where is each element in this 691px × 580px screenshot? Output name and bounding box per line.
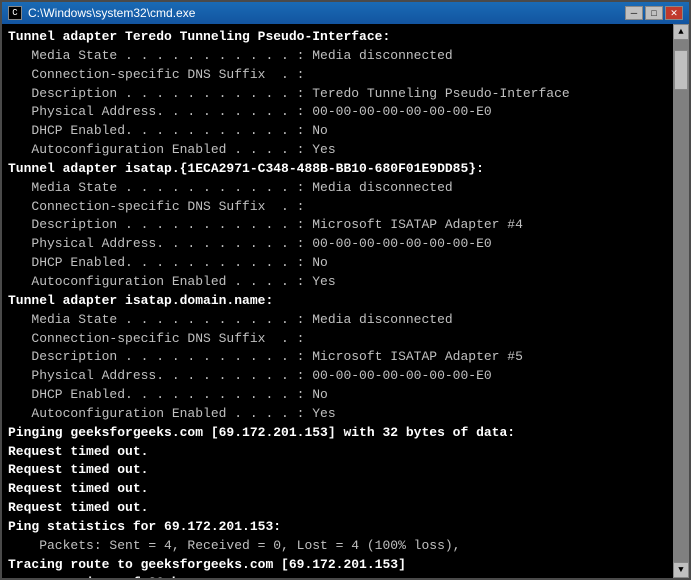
terminal-line: Description . . . . . . . . . . . : Micr… [8,216,667,235]
terminal-line: Request timed out. [8,499,667,518]
title-buttons: ─ □ ✕ [625,6,683,20]
terminal-line: Request timed out. [8,443,667,462]
terminal-line: Media State . . . . . . . . . . . : Medi… [8,179,667,198]
terminal-line: Packets: Sent = 4, Received = 0, Lost = … [8,537,667,556]
terminal-line: Tracing route to geeksforgeeks.com [69.1… [8,556,667,575]
minimize-button[interactable]: ─ [625,6,643,20]
scrollbar-track[interactable] [673,40,689,562]
terminal-output[interactable]: Tunnel adapter Teredo Tunneling Pseudo-I… [2,24,673,578]
terminal-line: Tunnel adapter Teredo Tunneling Pseudo-I… [8,28,667,47]
close-button[interactable]: ✕ [665,6,683,20]
terminal-line: Connection-specific DNS Suffix . : [8,198,667,217]
maximize-button[interactable]: □ [645,6,663,20]
terminal-line: Physical Address. . . . . . . . . : 00-0… [8,367,667,386]
title-bar: C C:\Windows\system32\cmd.exe ─ □ ✕ [2,2,689,24]
terminal-line: Tunnel adapter isatap.domain.name: [8,292,667,311]
scrollbar-up-button[interactable]: ▲ [673,24,689,40]
scrollbar-down-button[interactable]: ▼ [673,562,689,578]
terminal-line: Ping statistics for 69.172.201.153: [8,518,667,537]
terminal-line: Autoconfiguration Enabled . . . . : Yes [8,405,667,424]
terminal-line: Physical Address. . . . . . . . . : 00-0… [8,103,667,122]
scrollbar-thumb[interactable] [674,50,688,90]
terminal-line: Connection-specific DNS Suffix . : [8,330,667,349]
terminal-line: Physical Address. . . . . . . . . : 00-0… [8,235,667,254]
terminal-line: Media State . . . . . . . . . . . : Medi… [8,311,667,330]
terminal-line: Description . . . . . . . . . . . : Tere… [8,85,667,104]
scrollbar[interactable]: ▲ ▼ [673,24,689,578]
window-title: C:\Windows\system32\cmd.exe [28,6,195,20]
terminal-line: Request timed out. [8,480,667,499]
terminal-line: Pinging geeksforgeeks.com [69.172.201.15… [8,424,667,443]
title-bar-left: C C:\Windows\system32\cmd.exe [8,6,195,20]
terminal-line: over a maximum of 30 hops: [8,574,667,578]
terminal-line: DHCP Enabled. . . . . . . . . . . : No [8,254,667,273]
window-icon: C [8,6,22,20]
terminal-line: DHCP Enabled. . . . . . . . . . . : No [8,122,667,141]
cmd-window: C C:\Windows\system32\cmd.exe ─ □ ✕ Tunn… [0,0,691,580]
terminal-line: DHCP Enabled. . . . . . . . . . . : No [8,386,667,405]
terminal-line: Connection-specific DNS Suffix . : [8,66,667,85]
terminal-line: Request timed out. [8,461,667,480]
terminal-line: Autoconfiguration Enabled . . . . : Yes [8,141,667,160]
content-area: Tunnel adapter Teredo Tunneling Pseudo-I… [2,24,689,578]
terminal-line: Tunnel adapter isatap.{1ECA2971-C348-488… [8,160,667,179]
terminal-line: Description . . . . . . . . . . . : Micr… [8,348,667,367]
terminal-line: Autoconfiguration Enabled . . . . : Yes [8,273,667,292]
terminal-line: Media State . . . . . . . . . . . : Medi… [8,47,667,66]
